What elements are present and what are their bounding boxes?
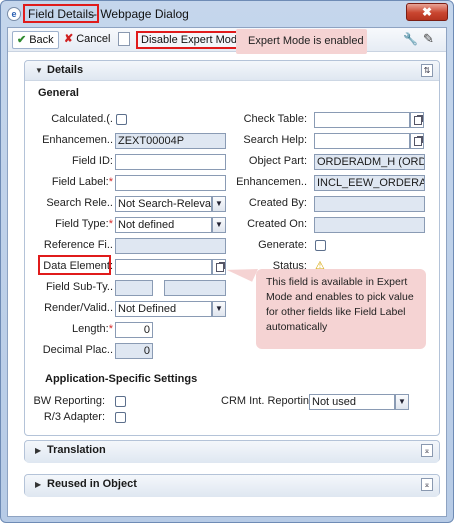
label-field-subtype: Field Sub-Ty.. — [45, 281, 113, 293]
value-help-icon[interactable] — [410, 133, 424, 149]
field-label-input[interactable] — [115, 175, 226, 191]
cancel-button[interactable]: ✘ Cancel — [64, 31, 110, 49]
label-generate: Generate: — [258, 239, 307, 251]
data-element-highlight — [38, 255, 111, 275]
general-title: General — [38, 87, 79, 99]
field-type-text: Field Type: — [55, 218, 109, 230]
length-input[interactable]: 0 — [115, 322, 153, 338]
translation-panel: ▶ Translation ⌅ — [24, 440, 440, 463]
generate-checkbox[interactable] — [315, 240, 326, 251]
disable-expert-mode-button[interactable]: Disable Expert Mode — [136, 31, 249, 49]
data-element-input[interactable] — [115, 259, 212, 275]
render-validation-select[interactable]: Not Defined — [115, 301, 212, 317]
label-length: Length:* — [72, 323, 113, 335]
bw-reporting-checkbox[interactable] — [115, 396, 126, 407]
enhancement-structure-field[interactable]: INCL_EEW_ORDERADM_H — [314, 175, 425, 191]
reused-panel-title: Reused in Object — [47, 478, 137, 490]
check-table-input[interactable] — [314, 112, 410, 128]
translation-panel-header[interactable]: ▶ Translation ⌅ — [25, 441, 439, 463]
field-label-text: Field Label: — [51, 176, 109, 188]
pencil-icon[interactable]: ✎ — [423, 31, 434, 47]
details-panel: ▼ Details ⇅ General Calculated.(. Enhanc… — [24, 60, 440, 436]
label-field-id: Field ID: — [72, 155, 113, 167]
label-bw-reporting: BW Reporting: — [33, 395, 105, 407]
label-field-label: Field Label:* — [51, 176, 113, 188]
title-bar: e Field Details -- Webpage Dialog ✖ — [1, 1, 453, 27]
reused-panel: ▶ Reused in Object ⌅ — [24, 474, 440, 497]
search-help-input[interactable] — [314, 133, 410, 149]
chevron-down-icon[interactable]: ▼ — [212, 301, 226, 317]
back-button[interactable]: ✔ Back — [12, 31, 59, 49]
label-crm-reporting: CRM Int. Reportin — [221, 395, 309, 407]
length-text: Length: — [72, 323, 109, 335]
back-label: Back — [29, 34, 54, 46]
document-icon — [118, 32, 130, 46]
collapse-arrow-icon[interactable]: ▼ — [35, 66, 43, 75]
label-calculated: Calculated.(. — [51, 113, 113, 125]
calculated-checkbox[interactable] — [116, 114, 127, 125]
field-type-select[interactable]: Not defined — [115, 217, 212, 233]
dialog-window: e Field Details -- Webpage Dialog ✖ ✔ Bac… — [0, 0, 454, 523]
enhancement-field[interactable]: ZEXT00004P — [115, 133, 226, 149]
field-id-input[interactable] — [115, 154, 226, 170]
object-part-field[interactable]: ORDERADM_H (ORDERADI — [314, 154, 425, 170]
panel-menu-icon[interactable]: ⌅ — [421, 478, 433, 491]
value-help-icon[interactable] — [410, 112, 424, 128]
label-created-on: Created On: — [247, 218, 307, 230]
crm-reporting-select[interactable]: Not used — [309, 394, 395, 410]
label-field-type: Field Type:* — [55, 218, 113, 230]
label-render-validation: Render/Valid.. — [44, 302, 113, 314]
label-search-relevance: Search Rele.. — [46, 197, 113, 209]
details-panel-title: Details — [47, 64, 84, 76]
label-enhancement-structure: Enhancemen.. — [236, 176, 307, 188]
chevron-down-icon[interactable]: ▼ — [395, 394, 409, 410]
wrench-icon[interactable]: 🔧 — [403, 32, 418, 46]
label-check-table: Check Table: — [243, 113, 307, 125]
translation-panel-title: Translation — [47, 444, 106, 456]
decimal-places-input[interactable]: 0 — [115, 343, 153, 359]
ie-icon: e — [7, 7, 21, 21]
field-subtype-input[interactable] — [115, 280, 153, 296]
label-reference-field: Reference Fi.. — [43, 239, 113, 251]
reused-panel-header[interactable]: ▶ Reused in Object ⌅ — [25, 475, 439, 497]
label-decimal-places: Decimal Plac.. — [42, 344, 113, 356]
reference-field-input[interactable] — [115, 238, 226, 254]
app-settings-title: Application-Specific Settings — [45, 373, 198, 385]
cancel-label: Cancel — [76, 33, 111, 45]
panel-menu-icon[interactable]: ⌅ — [421, 444, 433, 457]
r3-adapter-checkbox[interactable] — [115, 412, 126, 423]
created-on-field[interactable] — [314, 217, 425, 233]
label-search-help: Search Help: — [243, 134, 307, 146]
label-created-by: Created By: — [248, 197, 307, 209]
details-panel-header[interactable]: ▼ Details ⇅ — [25, 61, 439, 81]
window-title: Field Details — [23, 4, 100, 23]
check-icon: ✔ — [17, 34, 27, 46]
close-button[interactable]: ✖ — [406, 3, 448, 21]
label-r3-adapter: R/3 Adapter: — [43, 411, 105, 423]
expand-arrow-icon[interactable]: ▶ — [35, 480, 41, 489]
data-element-callout: This field is available in Expert Mode a… — [256, 269, 426, 349]
label-object-part: Object Part: — [248, 155, 307, 167]
expert-mode-callout: Expert Mode is enabled — [236, 29, 367, 54]
created-by-field[interactable] — [314, 196, 425, 212]
label-enhancement: Enhancemen.. — [42, 134, 113, 146]
expand-arrow-icon[interactable]: ▶ — [35, 446, 41, 455]
search-relevance-select[interactable]: Not Search-Relevant — [115, 196, 212, 212]
cross-icon: ✘ — [64, 33, 74, 45]
toolbar: ✔ Back ✘ Cancel Disable Expert Mode 🔧 ✎ — [8, 28, 446, 52]
field-subtype-input-2[interactable] — [164, 280, 226, 296]
panel-menu-icon[interactable]: ⇅ — [421, 64, 433, 77]
window-title-suffix: -- Webpage Dialog — [89, 7, 189, 21]
